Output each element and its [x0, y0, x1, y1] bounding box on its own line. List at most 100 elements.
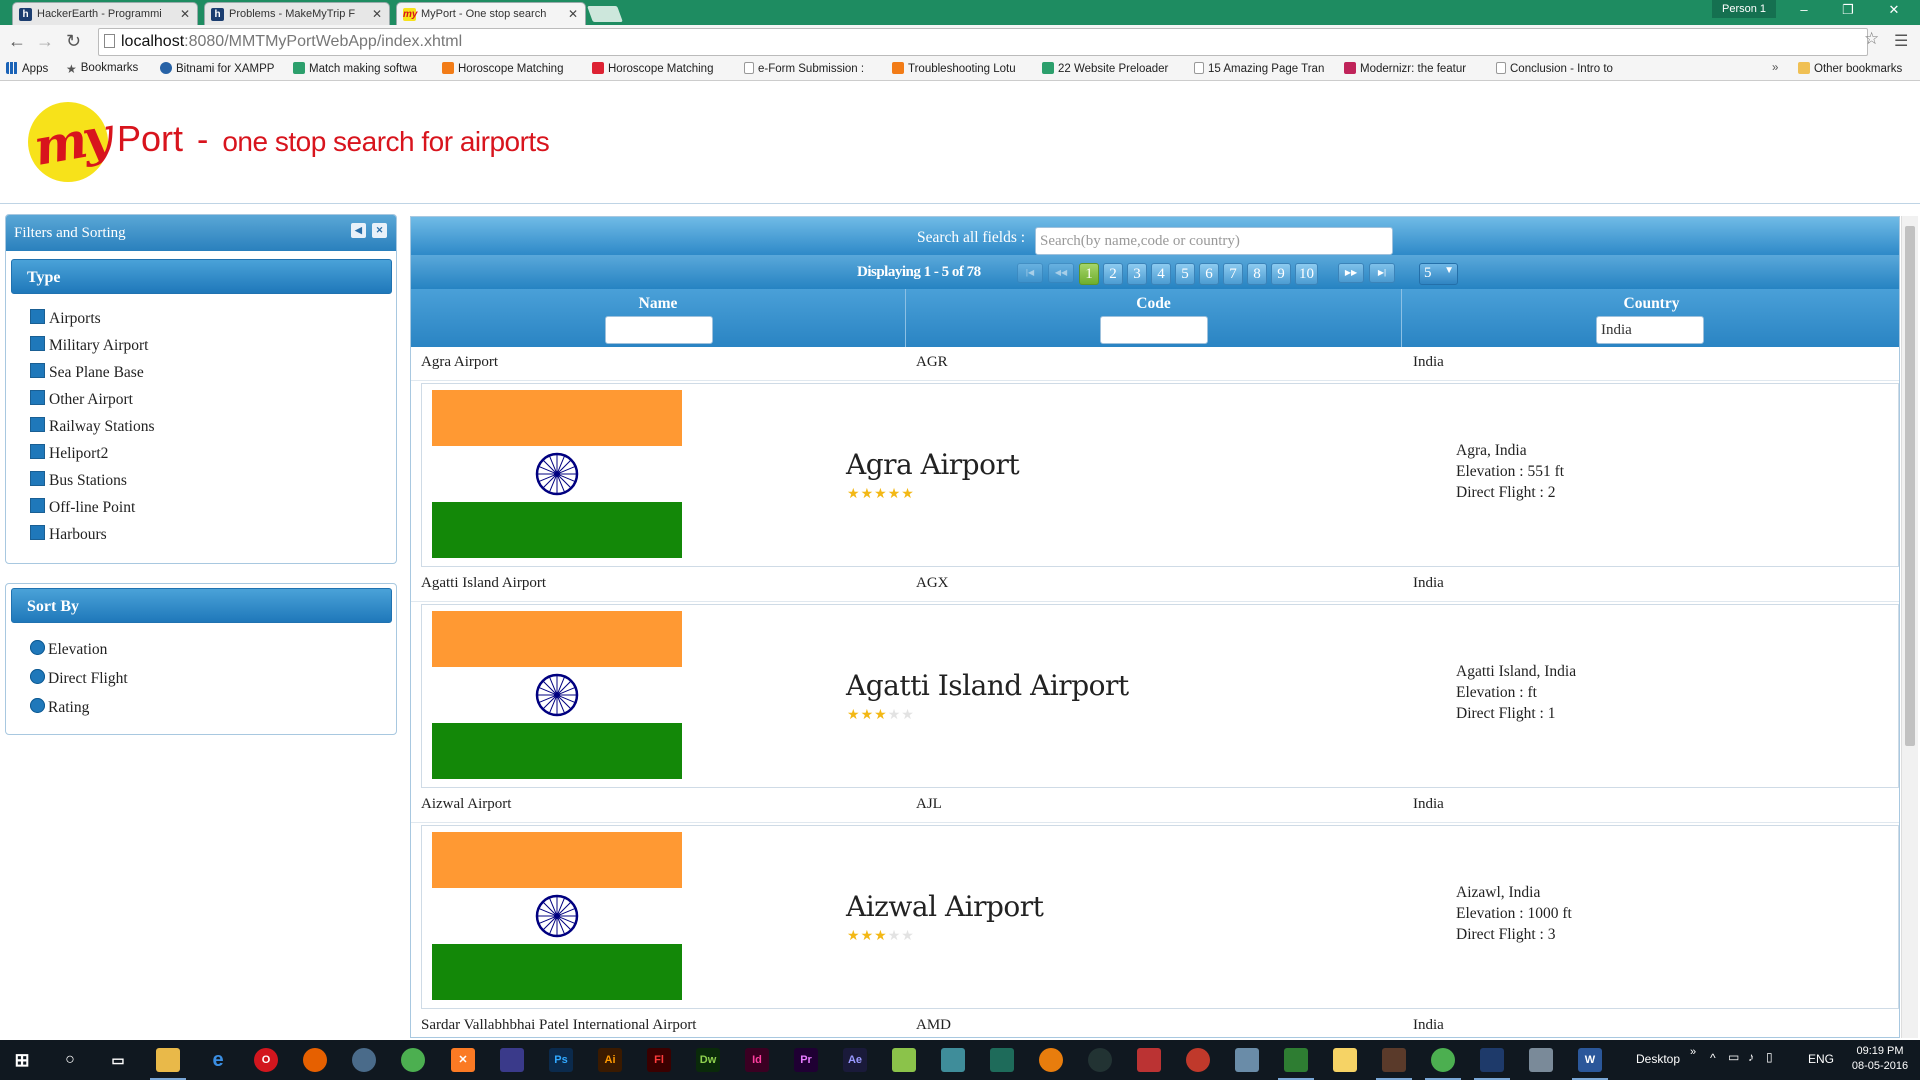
- bookmark-item[interactable]: Horoscope Matching: [592, 62, 728, 75]
- star-filled-icon[interactable]: ★: [847, 706, 861, 722]
- type-option-harbours[interactable]: Harbours: [30, 525, 107, 544]
- checkbox[interactable]: [30, 471, 45, 486]
- notepad-plus-icon[interactable]: [1278, 1048, 1314, 1080]
- bookmark-item[interactable]: ★ Bookmarks: [66, 62, 156, 74]
- rows-per-page-select[interactable]: 5 ▼: [1419, 263, 1458, 285]
- word-icon[interactable]: W: [1572, 1048, 1608, 1080]
- type-accordion-header[interactable]: Type: [11, 259, 392, 294]
- sort-option-rating[interactable]: Rating: [30, 698, 89, 717]
- illustrator-icon[interactable]: Ai: [598, 1048, 622, 1072]
- bookmark-item[interactable]: Horoscope Matching: [442, 62, 578, 75]
- star-filled-icon[interactable]: ★: [861, 485, 875, 501]
- scrollbar-thumb[interactable]: [1905, 226, 1915, 746]
- star-empty-icon[interactable]: ★: [901, 706, 915, 722]
- star-filled-icon[interactable]: ★: [874, 927, 888, 943]
- close-tab-icon[interactable]: ✕: [568, 7, 578, 21]
- close-panel-icon[interactable]: ✕: [372, 223, 387, 238]
- app-icon[interactable]: [990, 1048, 1014, 1072]
- star-rating[interactable]: ★★★★★: [847, 927, 915, 944]
- first-page-icon[interactable]: |◀: [1017, 263, 1043, 283]
- type-option-bus-stations[interactable]: Bus Stations: [30, 471, 127, 490]
- sort-option-elevation[interactable]: Elevation: [30, 640, 107, 659]
- type-option-military-airport[interactable]: Military Airport: [30, 336, 148, 355]
- clock[interactable]: 09:19 PM 08-05-2016: [1845, 1044, 1915, 1074]
- star-filled-icon[interactable]: ★: [874, 485, 888, 501]
- type-option-railway-stations[interactable]: Railway Stations: [30, 417, 154, 436]
- checkbox[interactable]: [30, 498, 45, 513]
- edge-icon[interactable]: e: [206, 1048, 230, 1072]
- battery-icon[interactable]: ▯: [1766, 1050, 1773, 1064]
- blender-icon[interactable]: [1039, 1048, 1063, 1072]
- type-option-airports[interactable]: Airports: [30, 309, 101, 328]
- app-icon[interactable]: [892, 1048, 916, 1072]
- page-icon[interactable]: [104, 34, 115, 48]
- chrome-icon[interactable]: [401, 1048, 425, 1072]
- checkbox[interactable]: [30, 417, 45, 432]
- star-filled-icon[interactable]: ★: [847, 927, 861, 943]
- type-option-off-line-point[interactable]: Off-line Point: [30, 498, 135, 517]
- folder-icon[interactable]: [1333, 1048, 1357, 1072]
- restore-icon[interactable]: ❐: [1828, 2, 1868, 18]
- desktop-toolbar-label[interactable]: Desktop: [1636, 1052, 1680, 1066]
- browser-tab-problems[interactable]: h Problems - MakeMyTrip F ✕: [204, 2, 390, 25]
- checkbox[interactable]: [30, 444, 45, 459]
- visual-studio-icon[interactable]: [500, 1048, 524, 1072]
- browser-tab-hackerearth[interactable]: h HackerEarth - Programmi ✕: [12, 2, 198, 25]
- star-empty-icon[interactable]: ★: [888, 706, 902, 722]
- more-bookmarks-chevron-icon[interactable]: »: [1772, 62, 1784, 74]
- type-option-heliport2[interactable]: Heliport2: [30, 444, 108, 463]
- collapse-panel-icon[interactable]: ◀: [351, 223, 366, 238]
- file-explorer-icon[interactable]: [150, 1048, 186, 1080]
- column-header-code[interactable]: Code: [906, 289, 1402, 347]
- app-icon[interactable]: [1088, 1048, 1112, 1072]
- star-rating[interactable]: ★★★★★: [847, 485, 915, 502]
- after-effects-icon[interactable]: Ae: [843, 1048, 867, 1072]
- radio-button[interactable]: [30, 640, 45, 655]
- table-row[interactable]: Aizwal Airport AJL India: [411, 789, 1899, 823]
- page-link-10[interactable]: 10: [1295, 263, 1318, 285]
- checkbox[interactable]: [30, 525, 45, 540]
- bookmark-item[interactable]: 15 Amazing Page Tran: [1194, 62, 1330, 75]
- app-icon[interactable]: [1474, 1048, 1510, 1080]
- forward-arrow-icon[interactable]: →: [36, 31, 54, 52]
- premiere-icon[interactable]: Pr: [794, 1048, 818, 1072]
- app-icon[interactable]: [1186, 1048, 1210, 1072]
- bookmark-item[interactable]: Apps: [6, 62, 58, 75]
- sort-by-accordion-header[interactable]: Sort By: [11, 588, 392, 623]
- column-header-country[interactable]: Country: [1402, 289, 1899, 347]
- table-row[interactable]: Agra Airport AGR India: [411, 347, 1899, 381]
- previous-page-icon[interactable]: ◀◀: [1048, 263, 1074, 283]
- bookmark-item[interactable]: Troubleshooting Lotu: [892, 62, 1028, 75]
- page-link-7[interactable]: 7: [1223, 263, 1243, 285]
- close-tab-icon[interactable]: ✕: [180, 7, 190, 21]
- app-icon[interactable]: [1137, 1048, 1161, 1072]
- checkbox[interactable]: [30, 336, 45, 351]
- page-link-3[interactable]: 3: [1127, 263, 1147, 285]
- chrome-menu-icon[interactable]: ☰: [1894, 31, 1908, 51]
- network-icon[interactable]: ▭: [1728, 1050, 1739, 1064]
- page-scrollbar[interactable]: [1901, 216, 1918, 1038]
- last-page-icon[interactable]: ▶|: [1369, 263, 1395, 283]
- page-link-1[interactable]: 1: [1079, 263, 1099, 285]
- bookmark-star-icon[interactable]: ☆: [1864, 29, 1879, 49]
- app-icon[interactable]: [352, 1048, 376, 1072]
- checkbox[interactable]: [30, 309, 45, 324]
- app-icon[interactable]: [1529, 1048, 1553, 1072]
- photoshop-icon[interactable]: Ps: [549, 1048, 573, 1072]
- bookmark-item[interactable]: Bitnami for XAMPP: [160, 62, 288, 75]
- flash-icon[interactable]: Fl: [647, 1048, 671, 1072]
- windows-start-icon[interactable]: ⊞: [10, 1048, 34, 1072]
- back-arrow-icon[interactable]: ←: [8, 31, 26, 52]
- volume-icon[interactable]: ♪: [1748, 1050, 1754, 1064]
- indesign-icon[interactable]: Id: [745, 1048, 769, 1072]
- page-link-6[interactable]: 6: [1199, 263, 1219, 285]
- page-link-2[interactable]: 2: [1103, 263, 1123, 285]
- close-tab-icon[interactable]: ✕: [372, 7, 382, 21]
- star-filled-icon[interactable]: ★: [874, 706, 888, 722]
- opera-icon[interactable]: O: [254, 1048, 278, 1072]
- name-filter-input[interactable]: [605, 316, 713, 344]
- chrome-icon[interactable]: [1425, 1048, 1461, 1080]
- star-rating[interactable]: ★★★★★: [847, 706, 915, 723]
- column-header-name[interactable]: Name: [411, 289, 906, 347]
- address-bar[interactable]: localhost:8080/MMTMyPortWebApp/index.xht…: [98, 28, 1868, 56]
